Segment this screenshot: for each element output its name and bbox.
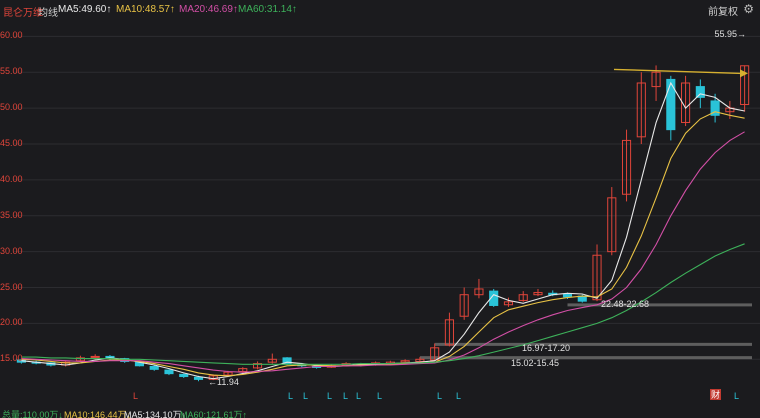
candle bbox=[592, 244, 602, 302]
target-line bbox=[613, 68, 743, 75]
y-tick-label: 45.00 bbox=[0, 138, 23, 148]
candle bbox=[621, 129, 632, 202]
candle-body bbox=[695, 86, 705, 98]
y-tick-label: 35.00 bbox=[0, 209, 23, 220]
candle-body bbox=[164, 369, 174, 375]
candle-body bbox=[193, 376, 204, 380]
candle bbox=[179, 373, 189, 378]
candle-body bbox=[562, 293, 573, 298]
signal-marker: L bbox=[377, 391, 382, 401]
signal-marker: L bbox=[456, 391, 461, 401]
support-label-2: 16.97-17.20 bbox=[522, 343, 570, 353]
volume-ma60: MA60:121.61万↑ bbox=[180, 410, 248, 418]
candle-body bbox=[90, 355, 100, 358]
candle bbox=[252, 361, 263, 370]
candle bbox=[518, 291, 528, 302]
high-price-label: 55.95→ bbox=[714, 29, 746, 39]
support-label-1: 22.48-22.68 bbox=[601, 299, 649, 309]
candle-body bbox=[179, 373, 189, 378]
signal-marker: L bbox=[303, 391, 308, 401]
support-label-3: 15.02-15.45 bbox=[511, 358, 559, 368]
volume-ma10: MA10:146.44万↓ bbox=[64, 410, 132, 418]
candle bbox=[61, 360, 71, 367]
signal-marker: L bbox=[356, 391, 361, 401]
candle bbox=[164, 369, 174, 376]
volume-total: 总量:110.00万↓ bbox=[2, 410, 63, 418]
signal-marker: L bbox=[343, 391, 348, 401]
finance-badge-label: 财 bbox=[711, 389, 720, 400]
candle bbox=[607, 187, 617, 256]
y-tick-label: 20.00 bbox=[0, 317, 23, 328]
y-tick-label: 30.00 bbox=[0, 245, 23, 256]
candle bbox=[459, 287, 469, 320]
candle bbox=[533, 288, 543, 297]
volume-indicator-strip: 总量:110.00万↓ MA10:146.44万↓ MA5:134.10万↓ M… bbox=[0, 408, 760, 418]
y-tick-label: 15.00 bbox=[0, 353, 23, 364]
signal-marker: L bbox=[288, 391, 293, 401]
y-tick-label: 25.00 bbox=[0, 281, 23, 292]
signal-marker: L bbox=[133, 391, 138, 401]
target-arrowhead bbox=[740, 69, 748, 78]
candle bbox=[666, 75, 676, 141]
candle bbox=[681, 75, 691, 127]
volume-ma5: MA5:134.10万↓ bbox=[124, 410, 187, 418]
candle bbox=[444, 312, 454, 347]
y-tick-label: 55.00 bbox=[0, 66, 23, 77]
signal-marker: L bbox=[327, 391, 332, 401]
candle bbox=[474, 278, 484, 299]
ma10-line bbox=[21, 111, 745, 377]
signal-marker: L bbox=[734, 391, 739, 401]
low-price-label: ←11.94 bbox=[208, 377, 239, 387]
y-tick-label: 40.00 bbox=[0, 173, 23, 184]
y-tick-label: 50.00 bbox=[0, 102, 23, 113]
candle-body bbox=[149, 365, 159, 370]
candle bbox=[267, 353, 277, 364]
ma5-line bbox=[21, 81, 745, 380]
y-tick-label: 60.00 bbox=[0, 30, 23, 41]
signal-marker: L bbox=[437, 391, 442, 401]
kline-chart[interactable]: 55.95→ 22.48-22.68 16.97-17.20 15.02-15.45 ←… bbox=[0, 0, 760, 418]
